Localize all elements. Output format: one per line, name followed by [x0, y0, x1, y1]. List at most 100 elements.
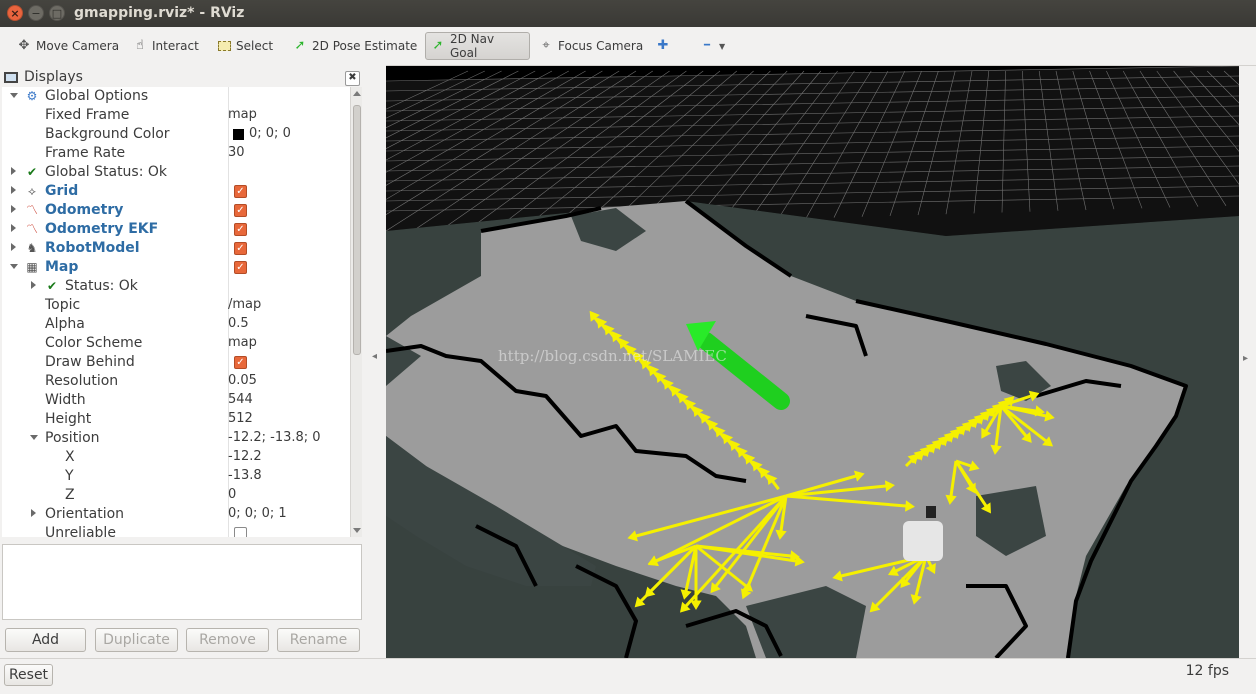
viewport-canvas[interactable]: http://blog.csdn.net/SLAMIEC — [386, 66, 1239, 658]
tree-row-value[interactable]: -13.8 — [228, 468, 262, 483]
tree-row[interactable]: Resolution 0.05 — [2, 372, 350, 391]
focus-camera-icon: ⌖ — [542, 38, 550, 53]
expand-right-icon[interactable] — [11, 243, 16, 251]
expand-right-icon[interactable] — [11, 186, 16, 194]
tree-row-value[interactable]: 0.05 — [228, 373, 257, 388]
tree-row-name: RobotModel — [45, 240, 140, 256]
enable-checkbox[interactable] — [234, 527, 247, 537]
window-minimize-button[interactable]: − — [28, 5, 44, 21]
select-icon — [216, 38, 232, 54]
tree-row[interactable]: 〽 Odometry ✓ — [2, 201, 350, 220]
tree-row[interactable]: Unreliable — [2, 524, 350, 537]
add-button[interactable]: Add — [5, 628, 86, 652]
tree-row-name: Width — [45, 392, 86, 408]
tool-interact[interactable]: ☝ Interact — [128, 32, 203, 60]
tree-row[interactable]: ⟡ Grid ✓ — [2, 182, 350, 201]
tree-row[interactable]: Y -13.8 — [2, 467, 350, 486]
tree-row-value[interactable]: 512 — [228, 411, 253, 426]
tree-row[interactable]: 〽 Odometry EKF ✓ — [2, 220, 350, 239]
tree-row[interactable]: Width 544 — [2, 391, 350, 410]
monitor-icon — [4, 71, 18, 83]
remove-tool-button[interactable]: ━ ▼ — [695, 32, 729, 60]
tree-row[interactable]: Fixed Frame map — [2, 106, 350, 125]
tree-row[interactable]: Z0 — [2, 486, 350, 505]
color-swatch[interactable] — [233, 129, 244, 140]
collapse-left-icon[interactable]: ◂ — [372, 351, 377, 362]
add-tool-button[interactable]: ✚ — [651, 32, 675, 60]
enable-checkbox[interactable]: ✓ — [234, 261, 247, 274]
tool-2d-pose-estimate[interactable]: ➚ 2D Pose Estimate — [288, 32, 421, 60]
expand-right-icon[interactable] — [11, 224, 16, 232]
enable-checkbox[interactable]: ✓ — [234, 185, 247, 198]
panel-splitter[interactable]: ◂ — [366, 65, 386, 658]
tree-row[interactable]: ✔ Global Status: Ok — [2, 163, 350, 182]
status-bar: Reset 12 fps — [0, 658, 1256, 694]
tree-row[interactable]: ⚙ Global Options — [2, 87, 350, 106]
window-close-button[interactable]: × — [7, 5, 23, 21]
tree-row[interactable]: Background Color 0; 0; 0 — [2, 125, 350, 144]
displays-tree[interactable]: ⚙ Global Options Fixed Frame map Background … — [2, 87, 350, 537]
tree-row-value[interactable]: 0; 0; 0 — [249, 126, 291, 141]
expand-right-icon[interactable] — [11, 167, 16, 175]
tree-row[interactable]: Orientation 0; 0; 0; 1 — [2, 505, 350, 524]
viewport-right-edge: ▸ — [1239, 66, 1256, 658]
tree-row-name: Map — [45, 259, 79, 275]
tree-row[interactable]: Height 512 — [2, 410, 350, 429]
expand-right-icon[interactable] — [31, 281, 36, 289]
check-icon: ✔ — [26, 165, 38, 179]
expand-down-icon[interactable] — [30, 435, 38, 440]
tree-row[interactable]: ✔ Status: Ok — [2, 277, 350, 296]
tree-row-name: Height — [45, 411, 92, 427]
tool-focus-camera[interactable]: ⌖ Focus Camera — [534, 32, 647, 60]
tool-move-camera[interactable]: ✥ Move Camera — [12, 32, 123, 60]
tool-label: Move Camera — [36, 39, 120, 53]
tool-label: Interact — [152, 39, 199, 53]
expand-right-icon[interactable]: ▸ — [1243, 353, 1248, 364]
tree-row[interactable]: Alpha 0.5 — [2, 315, 350, 334]
tree-row[interactable]: Topic/map — [2, 296, 350, 315]
tool-label: 2D Pose Estimate — [312, 39, 418, 53]
scroll-down-icon[interactable] — [353, 528, 361, 533]
duplicate-button[interactable]: Duplicate — [95, 628, 178, 652]
tree-row-value[interactable]: -12.2 — [228, 449, 262, 464]
tree-row[interactable]: Frame Rate 30 — [2, 144, 350, 163]
odometry-icon: 〽 — [25, 222, 38, 236]
tree-row[interactable]: X -12.2 — [2, 448, 350, 467]
render-viewport[interactable]: http://blog.csdn.net/SLAMIEC — [386, 66, 1239, 658]
enable-checkbox[interactable]: ✓ — [234, 356, 247, 369]
tree-row-value[interactable]: map — [228, 335, 257, 350]
tree-row-value[interactable]: 0.5 — [228, 316, 249, 331]
expand-down-icon[interactable] — [10, 264, 18, 269]
window-maximize-button[interactable]: □ — [49, 5, 65, 21]
tool-select[interactable]: Select — [212, 32, 277, 60]
scroll-thumb[interactable] — [353, 105, 361, 355]
tree-row-value[interactable]: /map — [228, 297, 261, 312]
tree-row[interactable]: ♞ RobotModel ✓ — [2, 239, 350, 258]
tree-row-value[interactable]: map — [228, 107, 257, 122]
title-bar: × − □ gmapping.rviz* - RViz — [0, 0, 1256, 27]
tool-2d-nav-goal[interactable]: ➚ 2D Nav Goal — [425, 32, 530, 60]
tree-row[interactable]: Draw Behind ✓ — [2, 353, 350, 372]
expand-right-icon[interactable] — [11, 205, 16, 213]
tree-row[interactable]: Position -12.2; -13.8; 0 — [2, 429, 350, 448]
tree-row-value[interactable]: 0 — [228, 487, 236, 502]
expand-down-icon[interactable] — [10, 93, 18, 98]
tree-row[interactable]: ▦ Map ✓ — [2, 258, 350, 277]
tree-row-value[interactable]: 544 — [228, 392, 253, 407]
close-panel-icon[interactable]: ✖ — [345, 71, 360, 86]
reset-button[interactable]: Reset — [4, 664, 53, 686]
scroll-up-icon[interactable] — [353, 91, 361, 96]
minus-icon: ━ — [703, 40, 711, 51]
tree-row-value[interactable]: -12.2; -13.8; 0 — [228, 430, 321, 445]
remove-button[interactable]: Remove — [186, 628, 269, 652]
displays-header: Displays ✖ — [0, 67, 366, 87]
tree-row[interactable]: Color Scheme map — [2, 334, 350, 353]
enable-checkbox[interactable]: ✓ — [234, 204, 247, 217]
expand-right-icon[interactable] — [31, 509, 36, 517]
enable-checkbox[interactable]: ✓ — [234, 223, 247, 236]
enable-checkbox[interactable]: ✓ — [234, 242, 247, 255]
tree-row-value[interactable]: 30 — [228, 145, 245, 160]
tree-scrollbar[interactable] — [350, 87, 362, 537]
rename-button[interactable]: Rename — [277, 628, 360, 652]
tree-row-value[interactable]: 0; 0; 0; 1 — [228, 506, 287, 521]
